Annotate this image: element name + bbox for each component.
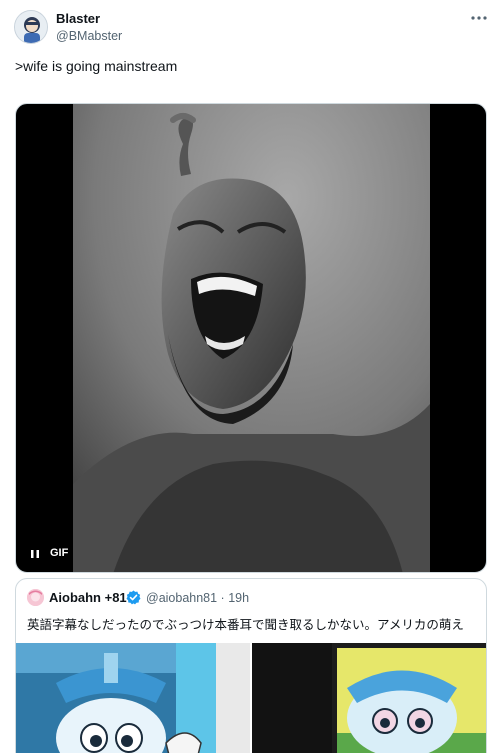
more-dots-icon xyxy=(471,16,487,20)
quoted-media-image-1[interactable] xyxy=(16,643,250,753)
tweet-gif-media[interactable]: GIF xyxy=(15,103,487,573)
author-avatar[interactable] xyxy=(14,10,48,44)
quoted-author-name[interactable]: Aiobahn +81 xyxy=(49,590,127,605)
gif-badge: GIF xyxy=(50,547,69,559)
quoted-tweet[interactable]: Aiobahn +81 @aiobahn81 · 19h 英語字幕なしだったので… xyxy=(15,578,487,753)
quoted-tweet-text: 英語字幕なしだったのでぶっつけ本番耳で聞き取るしかない。アメリカの萌え xyxy=(27,617,464,632)
more-options-button[interactable] xyxy=(468,7,490,29)
verified-badge-icon xyxy=(126,590,141,605)
pause-icon[interactable] xyxy=(28,547,42,561)
gif-image xyxy=(73,104,430,572)
author-handle[interactable]: @BMabster xyxy=(56,29,122,43)
quoted-media-image-2[interactable] xyxy=(252,643,487,753)
tweet-text: >wife is going mainstream xyxy=(15,58,178,74)
author-display-name[interactable]: Blaster xyxy=(56,11,100,26)
quoted-handle-time[interactable]: @aiobahn81 · 19h xyxy=(146,591,249,605)
quoted-author-avatar[interactable] xyxy=(27,589,44,606)
tweet-post: Blaster @BMabster >wife is going mainstr… xyxy=(0,0,503,753)
